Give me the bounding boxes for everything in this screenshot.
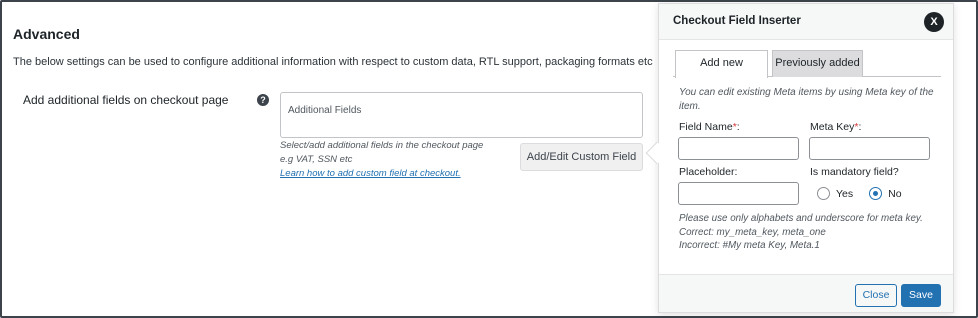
help-text-line2: e.g VAT, SSN etc	[280, 154, 353, 165]
close-icon[interactable]: X	[924, 12, 944, 32]
meta-key-note: Please use only alphabets and underscore…	[679, 212, 941, 253]
placeholder-input[interactable]	[678, 182, 799, 205]
field-name-label-text: Field Name	[679, 121, 733, 133]
mandatory-no-label: No	[888, 187, 902, 200]
field-name-label-suffix: :	[736, 121, 740, 133]
mandatory-yes-radio[interactable]	[817, 187, 830, 200]
custom-field-help-link[interactable]: Learn how to add custom field at checkou…	[280, 167, 483, 181]
mandatory-radio-group: Yes No	[817, 187, 918, 200]
mandatory-field-label: Is mandatory field?	[810, 166, 899, 178]
settings-panel: Advanced The below settings can be used …	[0, 0, 978, 318]
popup-title: Checkout Field Inserter	[673, 15, 801, 27]
meta-key-input[interactable]	[809, 137, 930, 160]
setting-help-text: Select/add additional fields in the chec…	[280, 139, 483, 181]
popup-info-text: You can edit existing Meta items by usin…	[679, 87, 934, 112]
mandatory-yes-label: Yes	[836, 187, 854, 200]
mandatory-no-radio[interactable]	[869, 187, 883, 200]
popup-header: Checkout Field Inserter X	[659, 4, 953, 40]
additional-fields-input[interactable]: Additional Fields	[280, 92, 643, 138]
meta-note-incorrect: Incorrect: #My meta Key, Meta.1	[679, 240, 820, 251]
add-edit-custom-field-button[interactable]: Add/Edit Custom Field	[520, 143, 643, 171]
field-name-input[interactable]	[678, 137, 799, 160]
field-name-label: Field Name*:	[679, 121, 740, 133]
close-button[interactable]: Close	[855, 284, 897, 307]
tab-add-new[interactable]: Add new	[675, 50, 768, 78]
meta-note-correct: Correct: my_meta_key, meta_one	[679, 226, 826, 238]
popup-tabs: Add new Previously added	[673, 50, 941, 78]
meta-key-label-suffix: :	[858, 121, 862, 133]
checkout-field-inserter-popup: Checkout Field Inserter X Add new Previo…	[658, 3, 954, 313]
additional-fields-placeholder: Additional Fields	[288, 105, 362, 116]
placeholder-label: Placeholder:	[679, 166, 738, 178]
tab-previously-added[interactable]: Previously added	[772, 50, 863, 77]
section-title: Advanced	[13, 26, 80, 42]
meta-key-label: Meta Key*:	[810, 121, 861, 133]
meta-note-line1: Please use only alphabets and underscore…	[679, 213, 923, 224]
meta-key-label-text: Meta Key	[810, 121, 855, 133]
section-description: The below settings can be used to config…	[13, 56, 653, 68]
help-text-line1: Select/add additional fields in the chec…	[280, 140, 484, 151]
save-button[interactable]: Save	[901, 284, 941, 307]
setting-label: Add additional fields on checkout page	[23, 93, 229, 107]
help-icon[interactable]: ?	[257, 94, 269, 106]
popup-footer: Close Save	[659, 274, 953, 312]
